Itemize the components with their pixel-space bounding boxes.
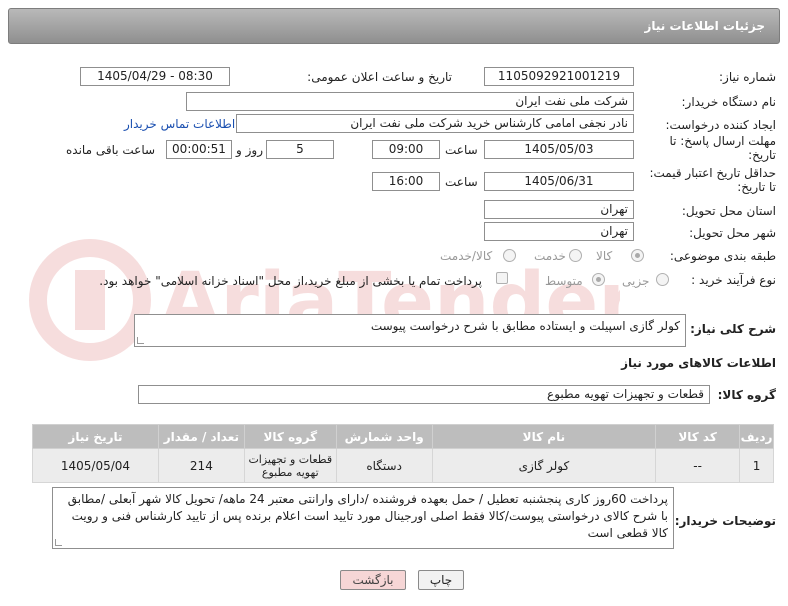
items-section-title: اطلاعات کالاهای مورد نیاز xyxy=(621,356,776,370)
cell-name: کولر گازی xyxy=(431,448,657,483)
category-label: طبقه بندی موضوعی: xyxy=(669,249,776,263)
table-row: 1 -- کولر گازی دستگاه قطعات و تجهیزات ته… xyxy=(32,448,774,483)
province-label: استان محل تحویل: xyxy=(681,204,776,218)
group-field: قطعات و تجهیزات تهویه مطبوع xyxy=(138,385,710,404)
col-row: ردیف xyxy=(739,424,774,449)
category-option-goods: کالا xyxy=(596,249,613,263)
cell-unit: دستگاه xyxy=(335,448,433,483)
category-radio-goods[interactable] xyxy=(631,249,644,262)
resize-grip-icon[interactable] xyxy=(55,539,62,546)
category-option-goods-service: کالا/خدمت xyxy=(440,249,493,263)
price-time-field: 16:00 xyxy=(372,172,440,191)
cell-qty: 214 xyxy=(157,448,245,483)
process-option-medium: متوسط xyxy=(545,274,583,288)
watermark-logo: AriaTender.net xyxy=(29,239,620,361)
category-option-service: خدمت xyxy=(534,249,566,263)
col-name: نام کالا xyxy=(431,424,657,449)
payment-note: پرداخت تمام یا بخشی از مبلغ خرید،از محل … xyxy=(99,274,482,288)
process-radio-medium[interactable] xyxy=(592,273,605,286)
group-label: گروه کالا: xyxy=(717,388,776,402)
category-radio-service[interactable] xyxy=(569,249,582,262)
price-date-field: 1405/06/31 xyxy=(484,172,634,191)
col-date: تاریخ نیاز xyxy=(32,424,159,449)
back-button[interactable]: بازگشت xyxy=(340,570,406,590)
title-bar: جزئیات اطلاعات نیاز xyxy=(8,8,780,44)
city-field: تهران xyxy=(484,222,634,241)
process-label: نوع فرآیند خرید : xyxy=(691,273,776,287)
remaining-word: ساعت باقی مانده xyxy=(66,143,156,157)
description-field: کولر گازی اسپیلت و ایستاده مطابق با شرح … xyxy=(134,314,686,347)
deadline-date-field: 1405/05/03 xyxy=(484,140,634,159)
creator-label: ایجاد کننده درخواست: xyxy=(665,118,776,132)
col-code: کد کالا xyxy=(655,424,741,449)
buyer-notes-label: توضیحات خریدار: xyxy=(674,514,776,528)
deadline-time-field: 09:00 xyxy=(372,140,440,159)
deadline-label: مهلت ارسال پاسخ: تا تاریخ: xyxy=(669,134,776,162)
print-button[interactable]: چاپ xyxy=(418,570,464,590)
price-validity-label: حداقل تاریخ اعتبار قیمت: تا تاریخ: xyxy=(649,166,776,194)
buyer-notes-field: پرداخت 60روز کاری پنجشنبه تعطیل / حمل بع… xyxy=(52,487,674,549)
col-unit: واحد شمارش xyxy=(335,424,433,449)
days-field: 5 xyxy=(266,140,334,159)
days-word: روز و xyxy=(236,143,263,157)
need-number-label: شماره نیاز: xyxy=(719,70,776,84)
buyer-org-label: نام دستگاه خریدار: xyxy=(681,95,777,109)
remaining-time-field: 00:00:51 xyxy=(166,140,232,159)
creator-field: نادر نجفی امامی کارشناس خرید شرکت ملی نف… xyxy=(236,114,634,133)
description-label: شرح کلی نیاز: xyxy=(690,322,776,336)
province-field: تهران xyxy=(484,200,634,219)
category-radio-goods-service[interactable] xyxy=(503,249,516,262)
col-group: گروه کالا xyxy=(243,424,337,449)
announce-label: تاریخ و ساعت اعلان عمومی: xyxy=(307,70,452,84)
need-number-field: 1105092921001219 xyxy=(484,67,634,86)
description-text: کولر گازی اسپیلت و ایستاده مطابق با شرح … xyxy=(370,319,680,333)
cell-code: -- xyxy=(655,448,741,483)
table-header-row: ردیف کد کالا نام کالا واحد شمارش گروه کا… xyxy=(32,424,774,449)
process-radio-minor[interactable] xyxy=(656,273,669,286)
city-label: شهر محل تحویل: xyxy=(689,226,776,240)
col-qty: تعداد / مقدار xyxy=(157,424,245,449)
buyer-notes-text: پرداخت 60روز کاری پنجشنبه تعطیل / حمل بع… xyxy=(67,492,668,540)
deadline-time-word: ساعت xyxy=(445,143,478,157)
page-title: جزئیات اطلاعات نیاز xyxy=(644,19,765,33)
contact-info-link[interactable]: اطلاعات تماس خریدار xyxy=(124,117,235,131)
resize-grip-icon[interactable] xyxy=(137,337,144,344)
cell-date: 1405/05/04 xyxy=(32,448,159,483)
items-table: ردیف کد کالا نام کالا واحد شمارش گروه کا… xyxy=(32,424,774,483)
cell-group: قطعات و تجهیزات تهویه مطبوع xyxy=(243,448,337,483)
buyer-org-field: شرکت ملی نفت ایران xyxy=(186,92,634,111)
announce-field: 1405/04/29 - 08:30 xyxy=(80,67,230,86)
price-time-word: ساعت xyxy=(445,175,478,189)
treasury-payment-checkbox[interactable] xyxy=(496,272,508,284)
cell-row: 1 xyxy=(739,448,774,483)
process-option-minor: جزیی xyxy=(622,274,650,288)
